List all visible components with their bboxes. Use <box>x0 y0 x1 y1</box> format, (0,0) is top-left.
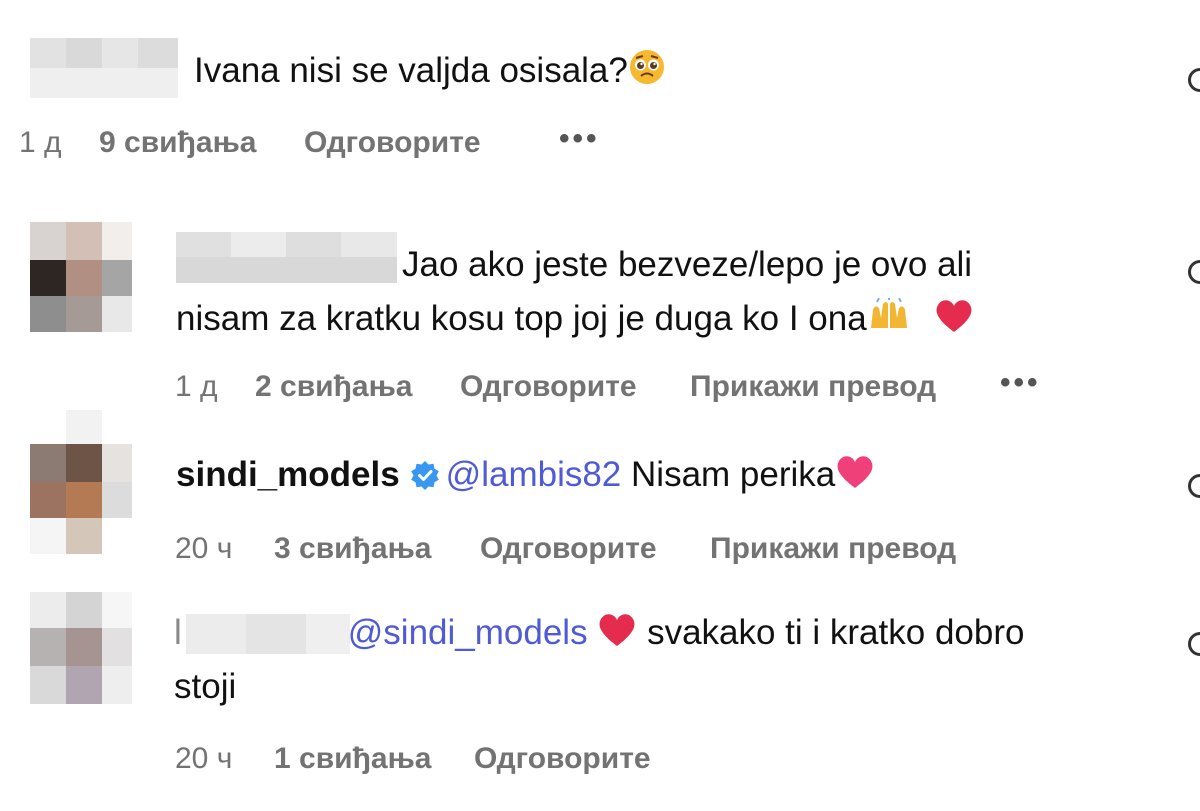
comment-2-meta: 1 д 2 свиђања Одговорите Прикажи превод … <box>0 366 1180 410</box>
comment-2-text-line2: nisam za kratku kosu top joj je duga ko … <box>176 292 974 350</box>
reply-button[interactable]: Одговорите <box>474 742 651 776</box>
comment-3-meta: 20 ч 3 свиђања Одговорите Прикажи превод <box>0 532 1180 572</box>
see-translation-button[interactable]: Прикажи превод <box>690 370 936 404</box>
likes-count[interactable]: 9 свиђања <box>99 126 256 160</box>
reply-button[interactable]: Одговорите <box>460 370 637 404</box>
timestamp: 20 ч <box>175 742 233 775</box>
mention-link[interactable]: @sindi_models <box>348 613 588 652</box>
verified-badge-icon <box>410 452 440 506</box>
comment-4-meta: 20 ч 1 свиђања Одговорите <box>0 742 1180 782</box>
red-heart-icon <box>934 296 974 350</box>
like-heart-icon[interactable] <box>1188 68 1200 92</box>
comment-4-text-line1: l @sindi_models svakako ti i kratko dobro <box>174 606 1024 664</box>
likes-count[interactable]: 2 свиђања <box>255 370 412 404</box>
like-heart-icon[interactable] <box>1188 632 1200 656</box>
comment-1-meta: 1 д 9 свиђања Одговорите ••• <box>0 122 1180 166</box>
timestamp: 1 д <box>175 370 218 403</box>
timestamp: 20 ч <box>175 532 233 565</box>
timestamp: 1 д <box>19 126 62 159</box>
comment-text: Ivana nisi se valjda osisala? <box>194 51 628 90</box>
comment-text: Nisam perika <box>631 455 836 494</box>
username[interactable]: sindi_models <box>176 455 400 494</box>
comment-2-text-line1: Jao ako jeste bezveze/lepo je ovo ali <box>402 245 973 284</box>
likes-count[interactable]: 3 свиђања <box>274 532 431 566</box>
see-translation-button[interactable]: Прикажи превод <box>710 532 956 566</box>
pink-heart-icon <box>835 452 875 506</box>
reply-button[interactable]: Одговорите <box>304 126 481 160</box>
comment-1-text: Ivana nisi se valjda osisala? <box>194 44 666 102</box>
username-partial[interactable]: l <box>174 613 182 652</box>
more-options-button[interactable]: ••• <box>559 122 600 156</box>
mention-link[interactable]: @lambis82 <box>446 455 622 494</box>
likes-count[interactable]: 1 свиђања <box>274 742 431 776</box>
pleading-face-icon <box>628 48 666 102</box>
reply-button[interactable]: Одговорите <box>480 532 657 566</box>
like-heart-icon[interactable] <box>1188 474 1200 498</box>
like-heart-icon[interactable] <box>1188 260 1200 284</box>
red-heart-icon <box>597 610 637 664</box>
comment-text: nisam za kratku kosu top joj je duga ko … <box>176 299 867 338</box>
comment-4-text-line2: stoji <box>174 667 237 706</box>
more-options-button[interactable]: ••• <box>1000 366 1041 400</box>
raising-hands-icon <box>867 296 911 350</box>
comment-text: svakako ti i kratko dobro <box>647 613 1025 652</box>
comment-3-text: sindi_models @lambis82 Nisam perika <box>176 448 875 506</box>
